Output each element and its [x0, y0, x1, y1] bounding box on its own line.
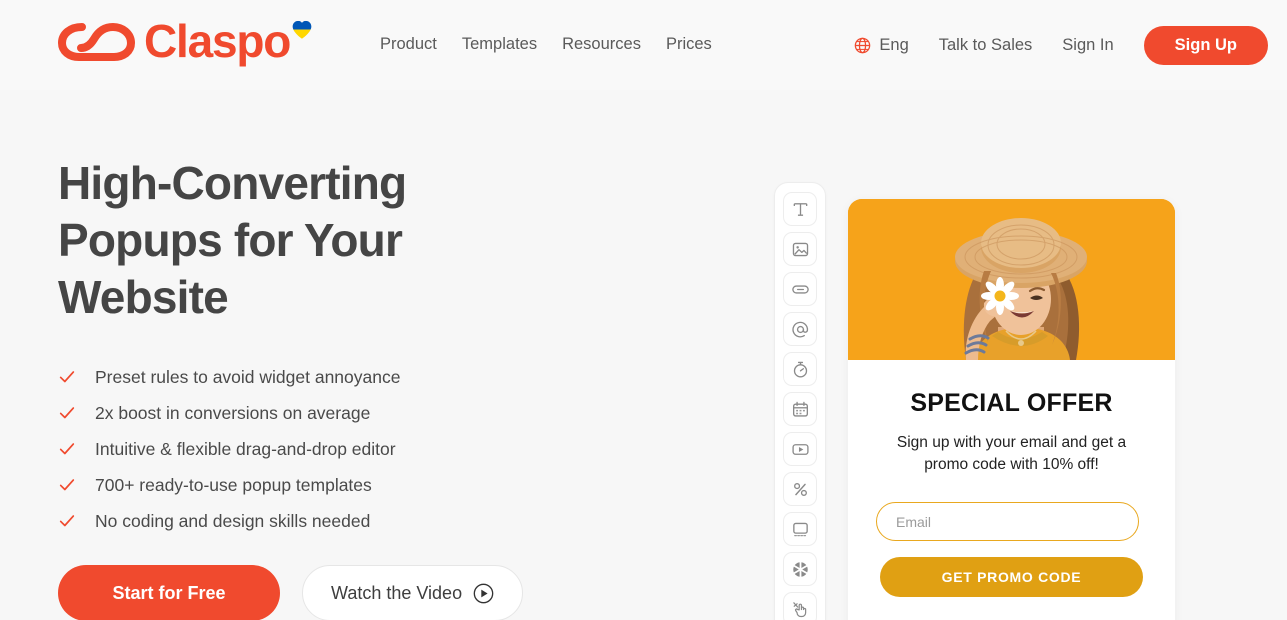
sign-up-button[interactable]: Sign Up [1143, 26, 1268, 65]
tool-click[interactable] [783, 592, 817, 620]
list-item: Intuitive & flexible drag-and-drop edito… [58, 431, 718, 467]
popup-title: SPECIAL OFFER [910, 389, 1113, 417]
cta-row: Start for Free Watch the Video [58, 565, 718, 620]
list-item-label: 700+ ready-to-use popup templates [95, 475, 372, 495]
percent-icon [793, 482, 807, 496]
tool-calendar[interactable] [783, 392, 817, 426]
check-icon [59, 371, 75, 383]
nav-item-product[interactable]: Product [380, 33, 437, 55]
globe-icon [855, 37, 871, 54]
list-item: Preset rules to avoid widget annoyance [58, 359, 718, 395]
tool-coupon[interactable] [783, 472, 817, 506]
main-nav: Product Templates Resources Prices [380, 33, 712, 55]
cloud-loop-icon [58, 23, 135, 61]
list-item-label: 2x boost in conversions on average [95, 403, 371, 423]
popup-photo [848, 199, 1175, 360]
header-actions: Eng Talk to Sales Sign In Sign Up [854, 26, 1268, 65]
list-item: No coding and design skills needed [58, 503, 718, 539]
popup-subtitle: Sign up with your email and get a promo … [896, 434, 1127, 473]
talk-to-sales-link[interactable]: Talk to Sales [939, 36, 1033, 55]
image-icon [792, 242, 808, 256]
site-header: Claspo Product Templates Resources Price… [0, 0, 1287, 90]
list-item-label: No coding and design skills needed [95, 511, 371, 531]
popup-body: SPECIAL OFFER Sign up with your email an… [848, 360, 1175, 597]
video-play-icon [791, 443, 809, 455]
play-circle-icon [473, 583, 494, 603]
language-label: Eng [879, 36, 909, 54]
page-title: High-Converting Popups for Your Website [58, 157, 407, 323]
tool-button[interactable] [783, 272, 817, 306]
monitor-icon [792, 522, 808, 536]
tool-wheel[interactable] [783, 552, 817, 586]
check-icon [59, 515, 75, 527]
list-item-label: Intuitive & flexible drag-and-drop edito… [95, 439, 396, 459]
list-item-label: Preset rules to avoid widget annoyance [95, 367, 401, 387]
spin-wheel-icon [792, 560, 808, 578]
list-item: 700+ ready-to-use popup templates [58, 467, 718, 503]
tool-email[interactable] [783, 312, 817, 346]
button-icon [791, 284, 809, 294]
calendar-icon [792, 401, 808, 417]
list-item: 2x boost in conversions on average [58, 395, 718, 431]
popup-preview-card: SPECIAL OFFER Sign up with your email an… [848, 199, 1175, 620]
check-icon [59, 407, 75, 419]
nav-item-resources[interactable]: Resources [562, 33, 641, 55]
tool-text[interactable] [783, 192, 817, 226]
feature-list: Preset rules to avoid widget annoyance 2… [58, 359, 718, 539]
check-icon [59, 443, 75, 455]
tool-timer[interactable] [783, 352, 817, 386]
stopwatch-icon [793, 361, 807, 377]
language-switcher[interactable]: Eng [854, 36, 909, 55]
hero-content: High-Converting Popups for Your Website … [58, 155, 718, 620]
get-promo-code-button[interactable]: GET PROMO CODE [880, 557, 1143, 597]
logo-text: Claspo [144, 15, 291, 67]
at-sign-icon [791, 321, 808, 337]
woman-with-daisy-photo [848, 199, 1175, 360]
landing-page: Claspo Product Templates Resources Price… [0, 0, 1287, 620]
email-input[interactable] [876, 502, 1139, 541]
tool-video[interactable] [783, 432, 817, 466]
nav-item-prices[interactable]: Prices [666, 33, 712, 55]
text-t-icon [793, 202, 807, 216]
tool-image[interactable] [783, 232, 817, 266]
start-for-free-button[interactable]: Start for Free [58, 565, 280, 620]
nav-item-templates[interactable]: Templates [462, 33, 537, 55]
hand-click-icon [792, 601, 806, 617]
tool-screen[interactable] [783, 512, 817, 546]
logo[interactable]: Claspo [58, 17, 313, 65]
check-icon [59, 479, 75, 491]
editor-toolbar [774, 182, 826, 620]
watch-video-button[interactable]: Watch the Video [302, 565, 524, 620]
sign-in-link[interactable]: Sign In [1062, 36, 1113, 55]
watch-video-label: Watch the Video [331, 582, 463, 603]
ukraine-heart-icon [292, 20, 312, 39]
